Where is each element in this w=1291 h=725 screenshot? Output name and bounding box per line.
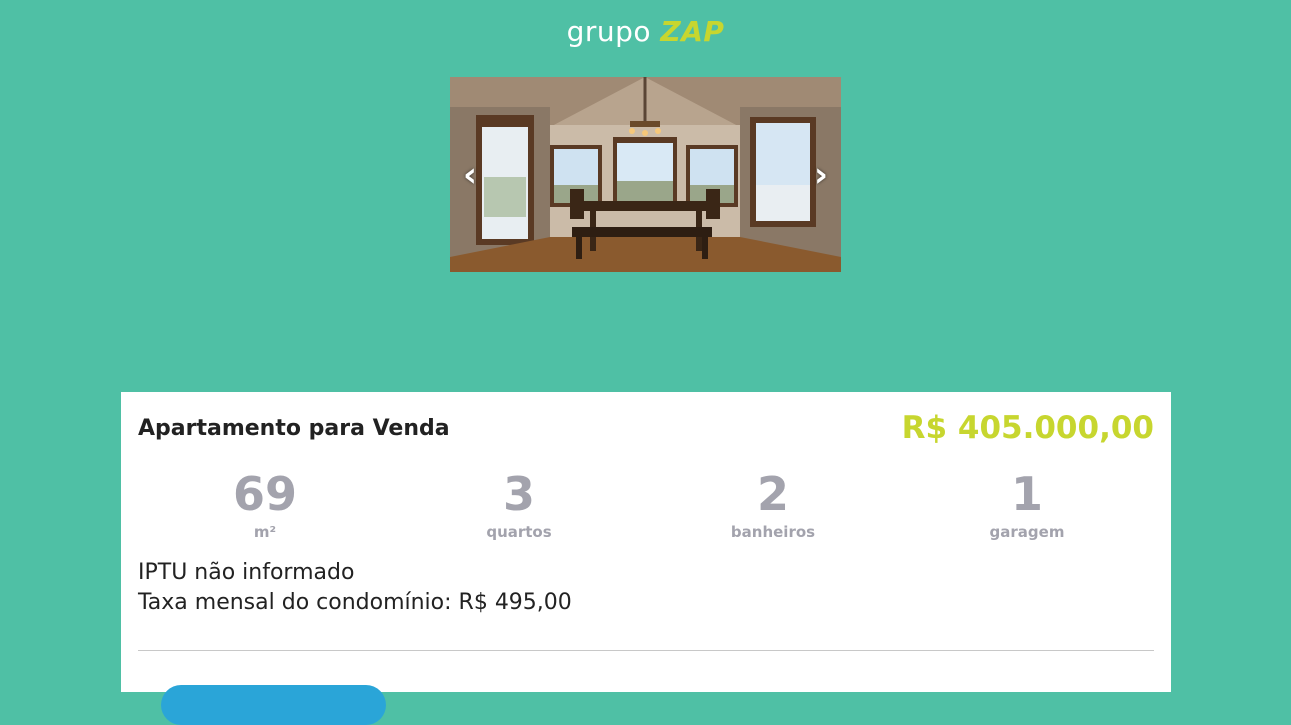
listing-info: IPTU não informado Taxa mensal do condom…: [138, 558, 572, 618]
feature-bedrooms-value: 3: [502, 467, 535, 521]
feature-area-value: 69: [232, 467, 297, 521]
feature-garage-value: 1: [1010, 467, 1043, 521]
divider: [138, 650, 1154, 651]
photo-carousel[interactable]: ‹ ›: [450, 77, 841, 272]
feature-garage-label: garagem: [989, 523, 1065, 541]
logo-text-grupo: grupo: [566, 15, 652, 48]
feature-bathrooms-label: banheiros: [730, 523, 816, 541]
brand-logo: grupo ZAP: [0, 14, 1291, 50]
listing-title: Apartamento para Venda: [138, 416, 450, 441]
feature-bathrooms: 2 banheiros: [646, 468, 900, 542]
contact-button[interactable]: [161, 685, 386, 725]
carousel-prev-arrow-icon[interactable]: ‹: [452, 155, 488, 195]
feature-bedrooms: 3 quartos: [392, 468, 646, 542]
listing-photo: [450, 77, 841, 272]
feature-area-label: m²: [253, 523, 277, 541]
feature-bedrooms-label: quartos: [486, 523, 552, 541]
listing-features: 69 m² 3 quartos 2 banheiros 1 garagem: [138, 468, 1154, 542]
feature-garage: 1 garagem: [900, 468, 1154, 542]
listing-card: Apartamento para Venda R$ 405.000,00 69 …: [121, 392, 1171, 725]
carousel-next-arrow-icon[interactable]: ›: [803, 155, 839, 195]
condo-fee-text: Taxa mensal do condomínio: R$ 495,00: [138, 590, 572, 615]
logo-text-zap: ZAP: [660, 15, 725, 48]
iptu-text: IPTU não informado: [138, 560, 355, 585]
feature-area: 69 m²: [138, 468, 392, 542]
listing-price: R$ 405.000,00: [901, 410, 1154, 446]
feature-bathrooms-value: 2: [756, 467, 789, 521]
